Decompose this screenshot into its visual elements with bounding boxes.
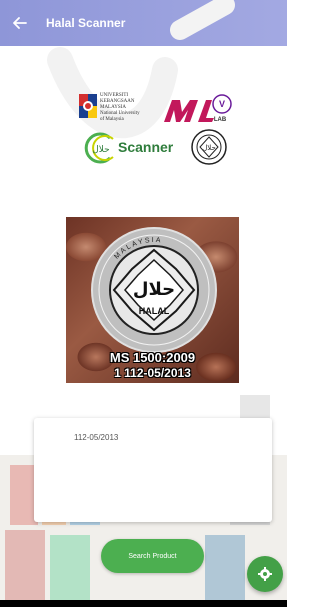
arrow-back-icon bbox=[13, 17, 27, 29]
jakim-halal-logo: حلال bbox=[191, 129, 227, 165]
svg-text:HALAL: HALAL bbox=[139, 306, 170, 316]
svg-text:LAB: LAB bbox=[214, 117, 227, 123]
search-product-button[interactable]: Search Product bbox=[101, 539, 204, 573]
app-bar: Halal Scanner bbox=[0, 0, 287, 46]
partner-logos: UNIVERSITI KEBANGSAAN MALAYSIA National … bbox=[0, 80, 287, 180]
scanned-halal-label-image: حلال HALAL MALAYSIA MS 1500:2009 1 112-0… bbox=[66, 217, 239, 383]
svg-text:حلال: حلال bbox=[202, 144, 216, 152]
certification-standard: MS 1500:2009 bbox=[109, 350, 196, 365]
ukm-logo-text: UNIVERSITI KEBANGSAAN MALAYSIA National … bbox=[100, 93, 140, 122]
page-title: Halal Scanner bbox=[46, 16, 126, 30]
detected-certificate-text[interactable]: 112-05/2013 bbox=[74, 433, 118, 442]
scanner-logo-label: Scanner bbox=[118, 139, 174, 155]
gear-icon bbox=[258, 567, 272, 581]
svg-text:حلال: حلال bbox=[92, 145, 109, 155]
svg-text:V: V bbox=[219, 99, 225, 109]
system-nav-bar bbox=[0, 600, 287, 607]
certificate-number: 1 112-05/2013 bbox=[114, 366, 191, 380]
svg-text:حلال: حلال bbox=[133, 279, 175, 300]
result-card: 112-05/2013 bbox=[34, 418, 272, 522]
back-button[interactable] bbox=[0, 0, 40, 46]
settings-fab[interactable] bbox=[247, 556, 283, 592]
mlv-lab-logo: V LAB bbox=[164, 94, 232, 123]
